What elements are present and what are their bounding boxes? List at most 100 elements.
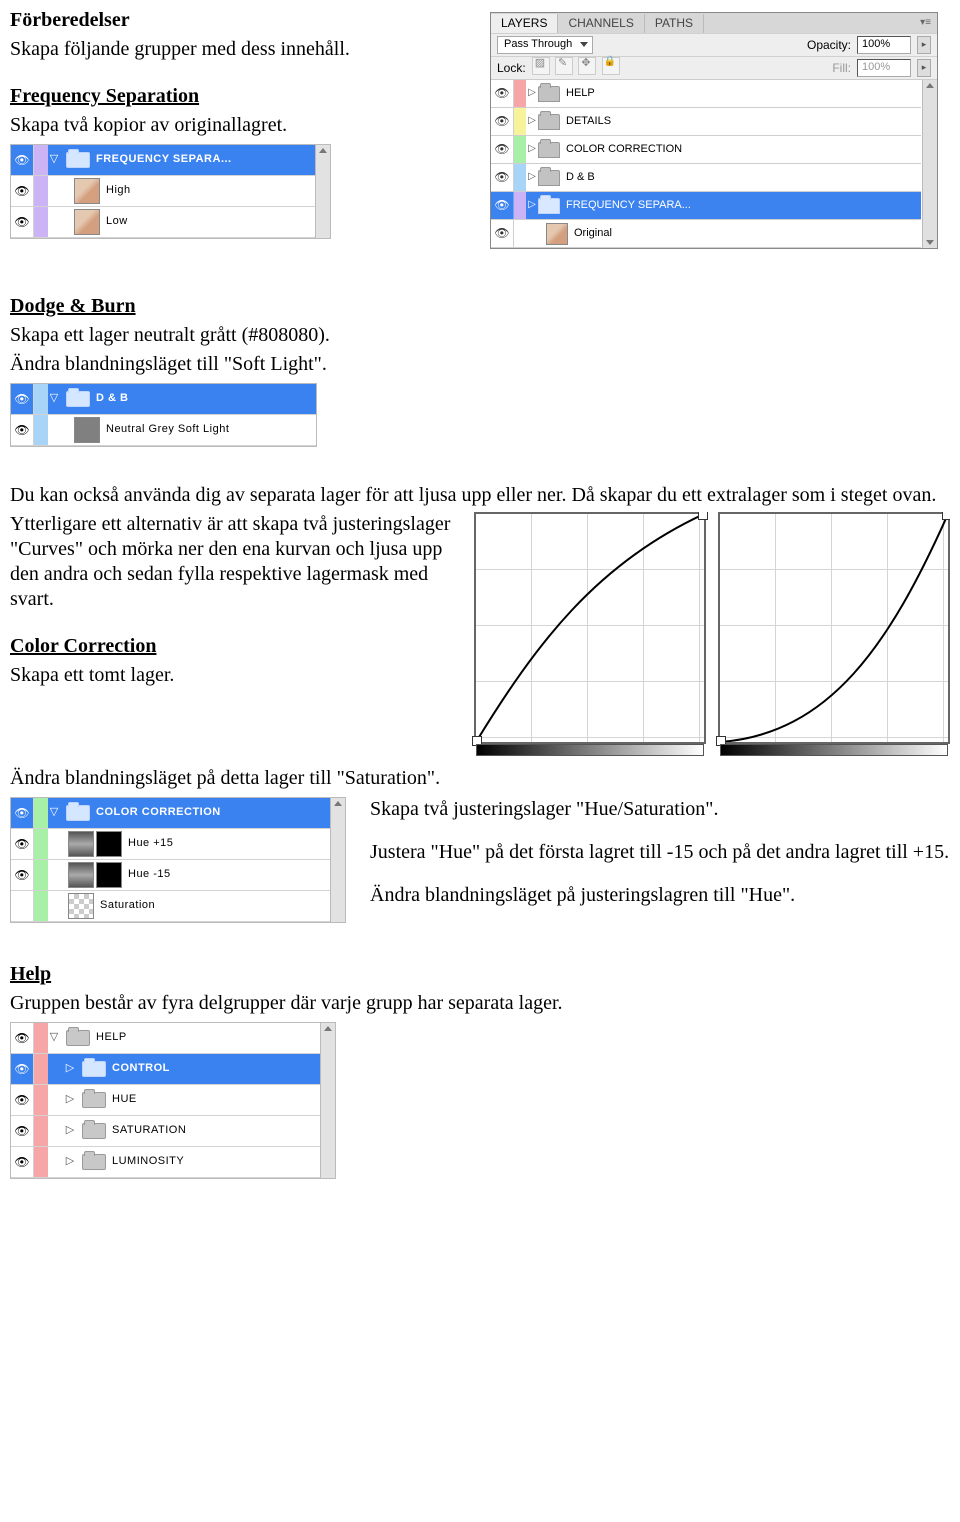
color-stripe [34,1116,48,1146]
tab-channels[interactable]: CHANNELS [558,14,644,33]
color-stripe [34,1023,48,1053]
lock-all-icon[interactable] [602,57,620,75]
color-stripe [34,798,48,828]
layer-row[interactable]: 👁 ▷ HUE [11,1085,321,1116]
tab-paths[interactable]: PATHS [645,14,704,33]
eye-icon[interactable]: 👁 [11,1147,34,1177]
eye-icon[interactable]: 👁 [11,415,34,445]
expand-icon[interactable]: ▽ [48,806,60,820]
curve-handle-icon[interactable] [698,512,708,520]
panel-menu-icon[interactable]: ▾≡ [914,17,937,30]
layer-row[interactable]: 👁 Neutral Grey Soft Light [11,415,316,446]
lock-position-icon[interactable] [578,57,596,75]
eye-icon[interactable]: 👁 [11,1116,34,1146]
eye-icon[interactable]: 👁 [491,108,514,135]
eye-icon[interactable]: 👁 [11,145,34,175]
fill-input[interactable]: 100% [857,59,911,77]
expand-icon[interactable]: ▷ [64,1155,76,1169]
layer-thumbnail [74,209,100,235]
opacity-input[interactable]: 100% [857,36,911,54]
color-stripe [514,80,526,107]
color-stripe [514,220,526,247]
layer-row[interactable]: 👁▷HELP [491,80,921,108]
expand-icon[interactable]: ▷ [64,1124,76,1138]
group-label: COLOR CORRECTION [96,806,331,820]
layer-row[interactable]: 👁 Low [11,207,316,238]
eye-icon[interactable]: 👁 [11,1054,34,1084]
eye-icon[interactable]: 👁 [491,192,514,219]
paragraph: Ändra blandningsläget till "Soft Light". [10,352,950,377]
expand-icon[interactable]: ▷ [526,199,538,212]
scrollbar[interactable] [330,798,345,922]
layer-row[interactable]: 👁 ▷ SATURATION [11,1116,321,1147]
eye-icon[interactable]: 👁 [491,136,514,163]
group-label: HUE [112,1093,321,1107]
layer-label: Saturation [100,899,331,913]
paragraph: Justera "Hue" på det första lagret till … [370,840,950,865]
expand-icon[interactable]: ▷ [64,1093,76,1107]
curve-lighten [474,512,706,744]
layer-row[interactable]: 👁 High [11,176,316,207]
expand-icon[interactable]: ▽ [48,153,60,167]
eye-icon[interactable]: 👁 [11,176,34,206]
expand-icon[interactable]: ▷ [526,171,538,184]
group-header[interactable]: 👁 ▽ D & B [11,384,316,415]
color-stripe [34,829,48,859]
layer-label: Hue -15 [128,868,331,882]
lock-pixels-icon[interactable] [555,57,573,75]
group-label: HELP [96,1031,321,1045]
scrollbar[interactable] [320,1023,335,1178]
layer-row[interactable]: 👁Original [491,220,921,248]
eye-icon[interactable]: 👁 [491,164,514,191]
group-header[interactable]: 👁 ▽ HELP [11,1023,321,1054]
blend-mode-select[interactable]: Pass Through [497,36,593,54]
expand-icon[interactable]: ▽ [48,1031,60,1045]
opacity-arrow-icon[interactable]: ▸ [917,36,931,54]
color-stripe [34,891,48,921]
color-stripe [514,108,526,135]
group-header[interactable]: 👁 ▽ FREQUENCY SEPARA... [11,145,316,176]
layer-row[interactable]: 👁 Hue -15 [11,860,331,891]
group-label: SATURATION [112,1124,321,1138]
eye-icon[interactable] [11,891,34,921]
layer-label: COLOR CORRECTION [566,143,921,157]
scrollbar[interactable] [922,80,937,248]
expand-icon[interactable]: ▷ [64,1062,76,1076]
layer-row[interactable]: 👁▷LUMINOSITY [11,1147,321,1178]
eye-icon[interactable]: 👁 [11,798,34,828]
layer-row[interactable]: 👁 ▷ CONTROL [11,1054,321,1085]
eye-icon[interactable]: 👁 [11,829,34,859]
layer-row[interactable]: 👁▷FREQUENCY SEPARA... [491,192,921,220]
layer-label: High [106,184,316,198]
folder-icon [538,170,560,186]
eye-icon[interactable]: 👁 [11,207,34,237]
eye-icon[interactable]: 👁 [491,80,514,107]
expand-icon[interactable]: ▷ [526,115,538,128]
folder-icon [538,114,560,130]
eye-icon[interactable]: 👁 [491,220,514,247]
layer-row[interactable]: 👁 ▷ COLOR CORRECTION [491,136,921,164]
layer-row[interactable]: 👁 Hue +15 [11,829,331,860]
color-stripe [34,207,48,237]
lock-transparency-icon[interactable] [532,57,550,75]
group-header[interactable]: 👁 ▽ COLOR CORRECTION [11,798,331,829]
folder-icon [66,152,90,168]
fill-arrow-icon[interactable]: ▸ [917,59,931,77]
eye-icon[interactable]: 👁 [11,860,34,890]
eye-icon[interactable]: 👁 [11,1085,34,1115]
layer-row[interactable]: Saturation [11,891,331,922]
layer-row[interactable]: 👁▷D & B [491,164,921,192]
curve-handle-icon[interactable] [942,512,950,520]
eye-icon[interactable]: 👁 [11,1023,34,1053]
layers-panel: LAYERS CHANNELS PATHS ▾≡ Pass Through Op… [490,12,938,249]
expand-icon[interactable]: ▽ [48,392,60,406]
paragraph: Ändra blandningsläget på detta lager til… [10,766,950,791]
eye-icon[interactable]: 👁 [11,384,34,414]
expand-icon[interactable]: ▷ [526,87,538,100]
scrollbar[interactable] [315,145,330,238]
expand-icon[interactable]: ▷ [526,143,538,156]
layer-row[interactable]: 👁▷DETAILS [491,108,921,136]
gradient-strip [476,744,704,756]
group-label: CONTROL [112,1062,321,1076]
tab-layers[interactable]: LAYERS [491,14,558,33]
